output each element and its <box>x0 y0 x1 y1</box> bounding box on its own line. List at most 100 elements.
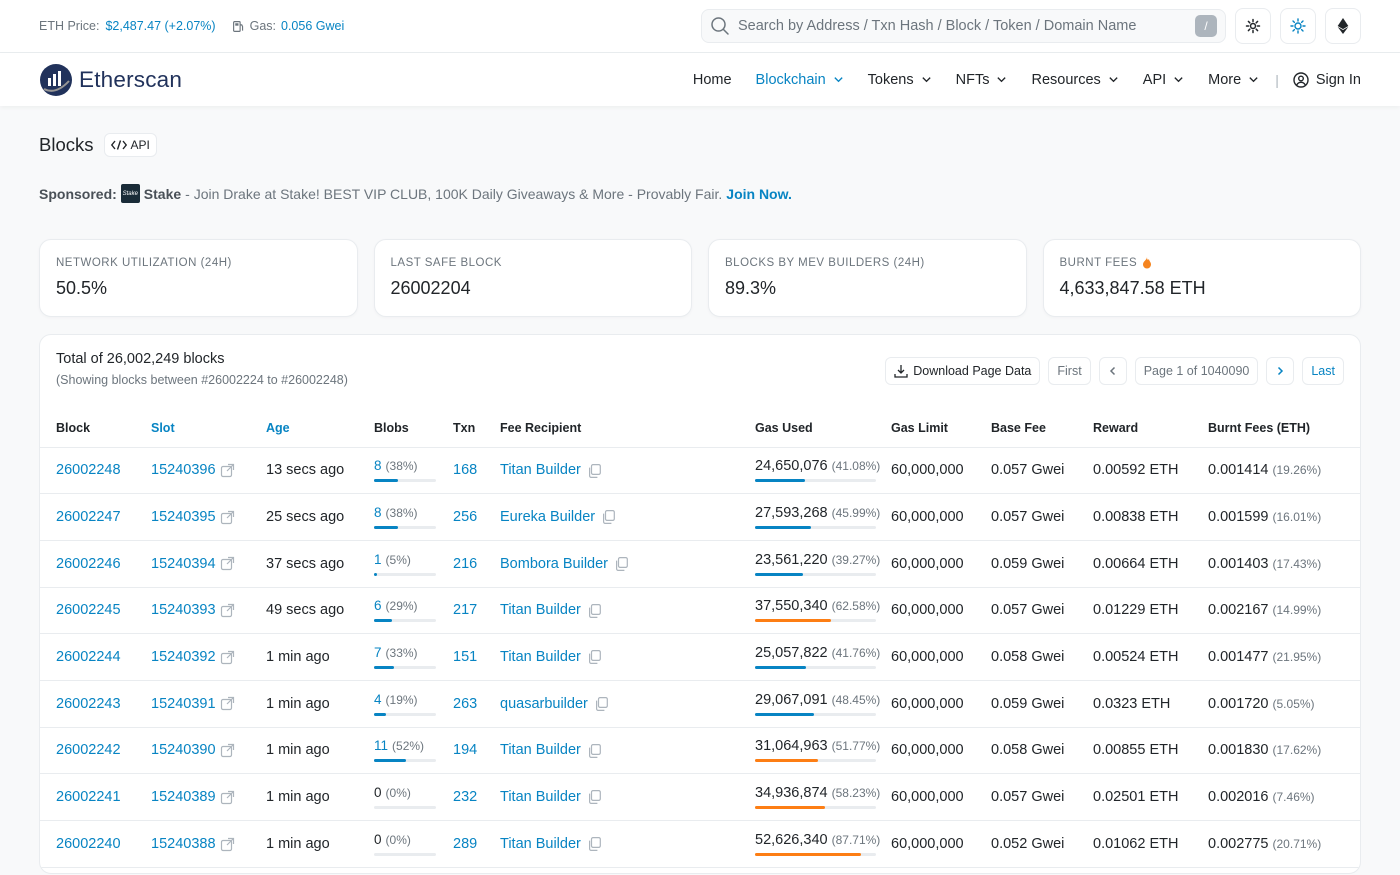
fee-recipient-link[interactable]: Titan Builder <box>500 602 581 618</box>
gas-used-bar <box>755 852 876 856</box>
nav-menu: Home Blockchain Tokens NFTs Resources AP… <box>669 72 1361 88</box>
blobs-cell: 4 (19%) <box>374 680 453 728</box>
blobs-count[interactable]: 8 <box>374 458 382 473</box>
external-link-icon[interactable] <box>220 743 235 758</box>
nav-item-resources[interactable]: Resources <box>1031 72 1118 88</box>
txn-count-link[interactable]: 216 <box>453 556 477 572</box>
theme-toggle-button[interactable] <box>1280 8 1316 44</box>
slot-cell: 15240395 <box>151 493 266 541</box>
prev-page-button[interactable] <box>1098 357 1127 385</box>
slot-link[interactable]: 15240393 <box>151 602 216 618</box>
settings-button[interactable] <box>1235 8 1271 44</box>
fee-recipient-link[interactable]: Titan Builder <box>500 462 581 478</box>
external-link-icon[interactable] <box>220 650 235 665</box>
blobs-pct: (33%) <box>385 646 418 661</box>
fee-recipient-link[interactable]: Titan Builder <box>500 649 581 665</box>
age-cell: 1 min ago <box>266 727 374 775</box>
gas-value[interactable]: 0.056 Gwei <box>281 19 344 33</box>
first-page-button[interactable]: First <box>1048 357 1091 385</box>
block-number-link[interactable]: 26002245 <box>56 602 121 618</box>
fee-recipient-link[interactable]: Titan Builder <box>500 789 581 805</box>
nav-item-nfts[interactable]: NFTs <box>956 72 1008 88</box>
next-page-button[interactable] <box>1266 357 1295 385</box>
blobs-count[interactable]: 8 <box>374 505 382 520</box>
search-input[interactable] <box>738 18 1187 34</box>
block-number-link[interactable]: 26002241 <box>56 789 121 805</box>
fee-recipient-link[interactable]: Bombora Builder <box>500 556 608 572</box>
col-header-age[interactable]: Age <box>266 407 374 448</box>
external-link-icon[interactable] <box>220 556 235 571</box>
slot-link[interactable]: 15240388 <box>151 836 216 852</box>
nav-item-more[interactable]: More <box>1208 72 1259 88</box>
pagination: Download Page Data First Page 1 of 10400… <box>885 357 1344 385</box>
network-switch-button[interactable] <box>1325 8 1361 44</box>
blobs-count[interactable]: 6 <box>374 598 382 613</box>
gas-tracker[interactable]: Gas: 0.056 Gwei <box>232 19 344 33</box>
reward-cell: 0.0323 ETH <box>1093 680 1208 728</box>
blobs-count[interactable]: 11 <box>374 738 388 753</box>
txn-count-link[interactable]: 256 <box>453 509 477 525</box>
nav-item-home[interactable]: Home <box>693 72 732 88</box>
col-header-reward: Reward <box>1093 407 1208 448</box>
nav-item-api[interactable]: API <box>1143 72 1184 88</box>
copy-icon[interactable] <box>588 603 601 618</box>
txn-count-link[interactable]: 217 <box>453 602 477 618</box>
col-header-slot[interactable]: Slot <box>151 407 266 448</box>
slot-link[interactable]: 15240390 <box>151 742 216 758</box>
etherscan-logo[interactable]: Etherscan <box>39 63 182 97</box>
copy-icon[interactable] <box>588 837 601 852</box>
slot-link[interactable]: 15240392 <box>151 649 216 665</box>
external-link-icon[interactable] <box>220 837 235 852</box>
fee-recipient-link[interactable]: quasarbuilder <box>500 696 588 712</box>
nav-item-tokens[interactable]: Tokens <box>868 72 932 88</box>
eth-price-value[interactable]: $2,487.47 (+2.07%) <box>105 19 215 33</box>
sponsor-cta-link[interactable]: Join Now. <box>726 186 792 202</box>
txn-count-link[interactable]: 263 <box>453 696 477 712</box>
table-row: 26002241 15240389 1 min ago 0 (0%) 232 T… <box>40 773 1360 821</box>
txn-count-link[interactable]: 168 <box>453 462 477 478</box>
block-number-link[interactable]: 26002248 <box>56 462 121 478</box>
copy-icon[interactable] <box>588 743 601 758</box>
block-number-link[interactable]: 26002244 <box>56 649 121 665</box>
copy-icon[interactable] <box>588 463 601 478</box>
download-page-data-button[interactable]: Download Page Data <box>885 357 1041 385</box>
slot-link[interactable]: 15240391 <box>151 696 216 712</box>
external-link-icon[interactable] <box>220 790 235 805</box>
search-box[interactable]: / <box>701 9 1226 43</box>
blobs-count[interactable]: 4 <box>374 692 382 707</box>
block-number-link[interactable]: 26002246 <box>56 556 121 572</box>
slot-link[interactable]: 15240394 <box>151 556 216 572</box>
block-number-link[interactable]: 26002243 <box>56 696 121 712</box>
txn-count-link[interactable]: 232 <box>453 789 477 805</box>
copy-icon[interactable] <box>602 510 616 525</box>
copy-icon[interactable] <box>615 556 628 571</box>
txn-count-link[interactable]: 151 <box>453 649 477 665</box>
block-number-link[interactable]: 26002247 <box>56 509 121 525</box>
copy-icon[interactable] <box>588 790 601 805</box>
txn-count-link[interactable]: 194 <box>453 742 477 758</box>
blobs-count[interactable]: 7 <box>374 645 382 660</box>
txn-count-link[interactable]: 289 <box>453 836 477 852</box>
slot-link[interactable]: 15240396 <box>151 462 216 478</box>
last-page-button[interactable]: Last <box>1302 357 1344 385</box>
copy-icon[interactable] <box>595 696 608 711</box>
nav-item-blockchain[interactable]: Blockchain <box>756 72 844 88</box>
chevron-down-icon <box>1109 77 1118 83</box>
external-link-icon[interactable] <box>220 463 235 478</box>
sign-in-link[interactable]: Sign In <box>1293 72 1361 88</box>
copy-icon[interactable] <box>588 650 601 665</box>
fee-recipient-link[interactable]: Titan Builder <box>500 836 581 852</box>
fee-recipient-link[interactable]: Eureka Builder <box>500 509 595 525</box>
slot-cell: 15240392 <box>151 633 266 681</box>
slot-link[interactable]: 15240389 <box>151 789 216 805</box>
slot-link[interactable]: 15240395 <box>151 509 216 525</box>
api-badge-button[interactable]: API <box>103 132 157 157</box>
table-row: 26002242 15240390 1 min ago 11 (52%) 194… <box>40 727 1360 775</box>
fee-recipient-link[interactable]: Titan Builder <box>500 742 581 758</box>
block-number-link[interactable]: 26002242 <box>56 742 121 758</box>
block-number-link[interactable]: 26002240 <box>56 836 121 852</box>
external-link-icon[interactable] <box>220 603 235 618</box>
external-link-icon[interactable] <box>220 510 235 525</box>
external-link-icon[interactable] <box>220 696 235 711</box>
blobs-count[interactable]: 1 <box>374 552 382 567</box>
